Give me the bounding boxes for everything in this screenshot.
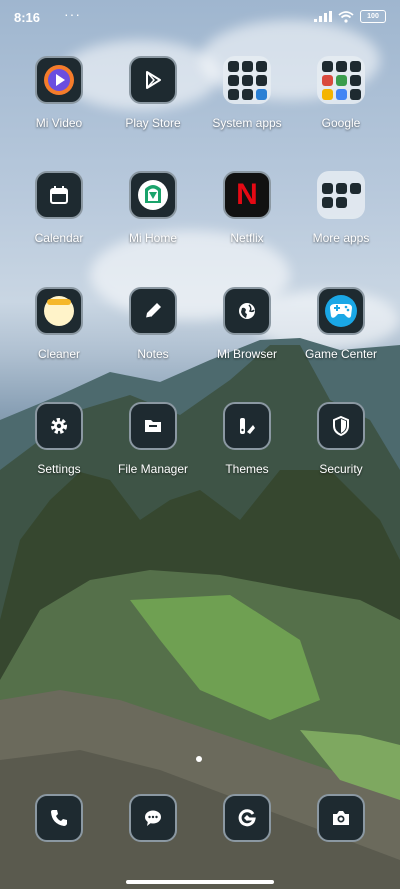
folder-label: More apps (312, 231, 370, 245)
app-label: Notes (137, 347, 169, 361)
app-label: Security (319, 462, 363, 476)
camera-icon (317, 794, 365, 842)
signal-icon (314, 11, 332, 22)
page-indicator (196, 756, 202, 762)
folder-system-apps[interactable]: System apps (200, 56, 294, 130)
app-mi-browser[interactable]: Mi Browser (200, 287, 294, 361)
app-notes[interactable]: Notes (106, 287, 200, 361)
dock-browser[interactable] (223, 794, 271, 842)
app-label: Netflix (230, 231, 264, 245)
app-mi-home[interactable]: Mi Home (106, 171, 200, 245)
app-label: Mi Video (35, 116, 83, 130)
folder-icon (317, 56, 365, 104)
app-label: Calendar (34, 231, 84, 245)
themes-icon (223, 402, 271, 450)
cleaner-icon (35, 287, 83, 335)
home-gesture-bar[interactable] (126, 880, 274, 884)
home-icon (129, 171, 177, 219)
app-netflix[interactable]: N Netflix (200, 171, 294, 245)
app-settings[interactable]: Settings (12, 402, 106, 476)
globe-icon (223, 287, 271, 335)
gamepad-icon (317, 287, 365, 335)
pencil-icon (129, 287, 177, 335)
folder-more-apps[interactable]: More apps (294, 171, 388, 245)
app-label: Settings (37, 462, 81, 476)
app-mi-video[interactable]: Mi Video (12, 56, 106, 130)
app-label: Play Store (125, 116, 181, 130)
app-security[interactable]: Security (294, 402, 388, 476)
app-calendar[interactable]: Calendar (12, 171, 106, 245)
battery-indicator: 100 (360, 10, 386, 23)
status-time: 8:16 (14, 10, 41, 25)
app-label: Themes (225, 462, 269, 476)
folder-google[interactable]: Google (294, 56, 388, 130)
folder-label: System apps (212, 116, 282, 130)
folder-label: Google (321, 116, 361, 130)
dock-messages[interactable] (129, 794, 177, 842)
play-circle-icon (35, 56, 83, 104)
app-play-store[interactable]: Play Store (106, 56, 200, 130)
phone-icon (35, 794, 83, 842)
folder-file-icon (129, 402, 177, 450)
status-notification-dots: ··· (64, 6, 81, 22)
app-label: File Manager (117, 462, 189, 476)
browser-g-icon (223, 794, 271, 842)
folder-icon (223, 56, 271, 104)
netflix-logo-letter: N (236, 178, 258, 211)
wifi-icon (338, 10, 354, 23)
gear-icon (35, 402, 83, 450)
app-game-center[interactable]: Game Center (294, 287, 388, 361)
status-bar: 8:16 ··· 100 (0, 0, 400, 36)
app-themes[interactable]: Themes (200, 402, 294, 476)
app-label: Cleaner (37, 347, 81, 361)
folder-icon (317, 171, 365, 219)
app-file-manager[interactable]: File Manager (106, 402, 200, 476)
dock-camera[interactable] (317, 794, 365, 842)
shield-icon (317, 402, 365, 450)
app-label: Game Center (304, 347, 378, 361)
netflix-icon: N (223, 171, 271, 219)
play-store-icon (129, 56, 177, 104)
message-icon (129, 794, 177, 842)
calendar-icon (35, 171, 83, 219)
app-label: Mi Home (128, 231, 177, 245)
app-cleaner[interactable]: Cleaner (12, 287, 106, 361)
app-label: Mi Browser (216, 347, 277, 361)
dock-phone[interactable] (35, 794, 83, 842)
